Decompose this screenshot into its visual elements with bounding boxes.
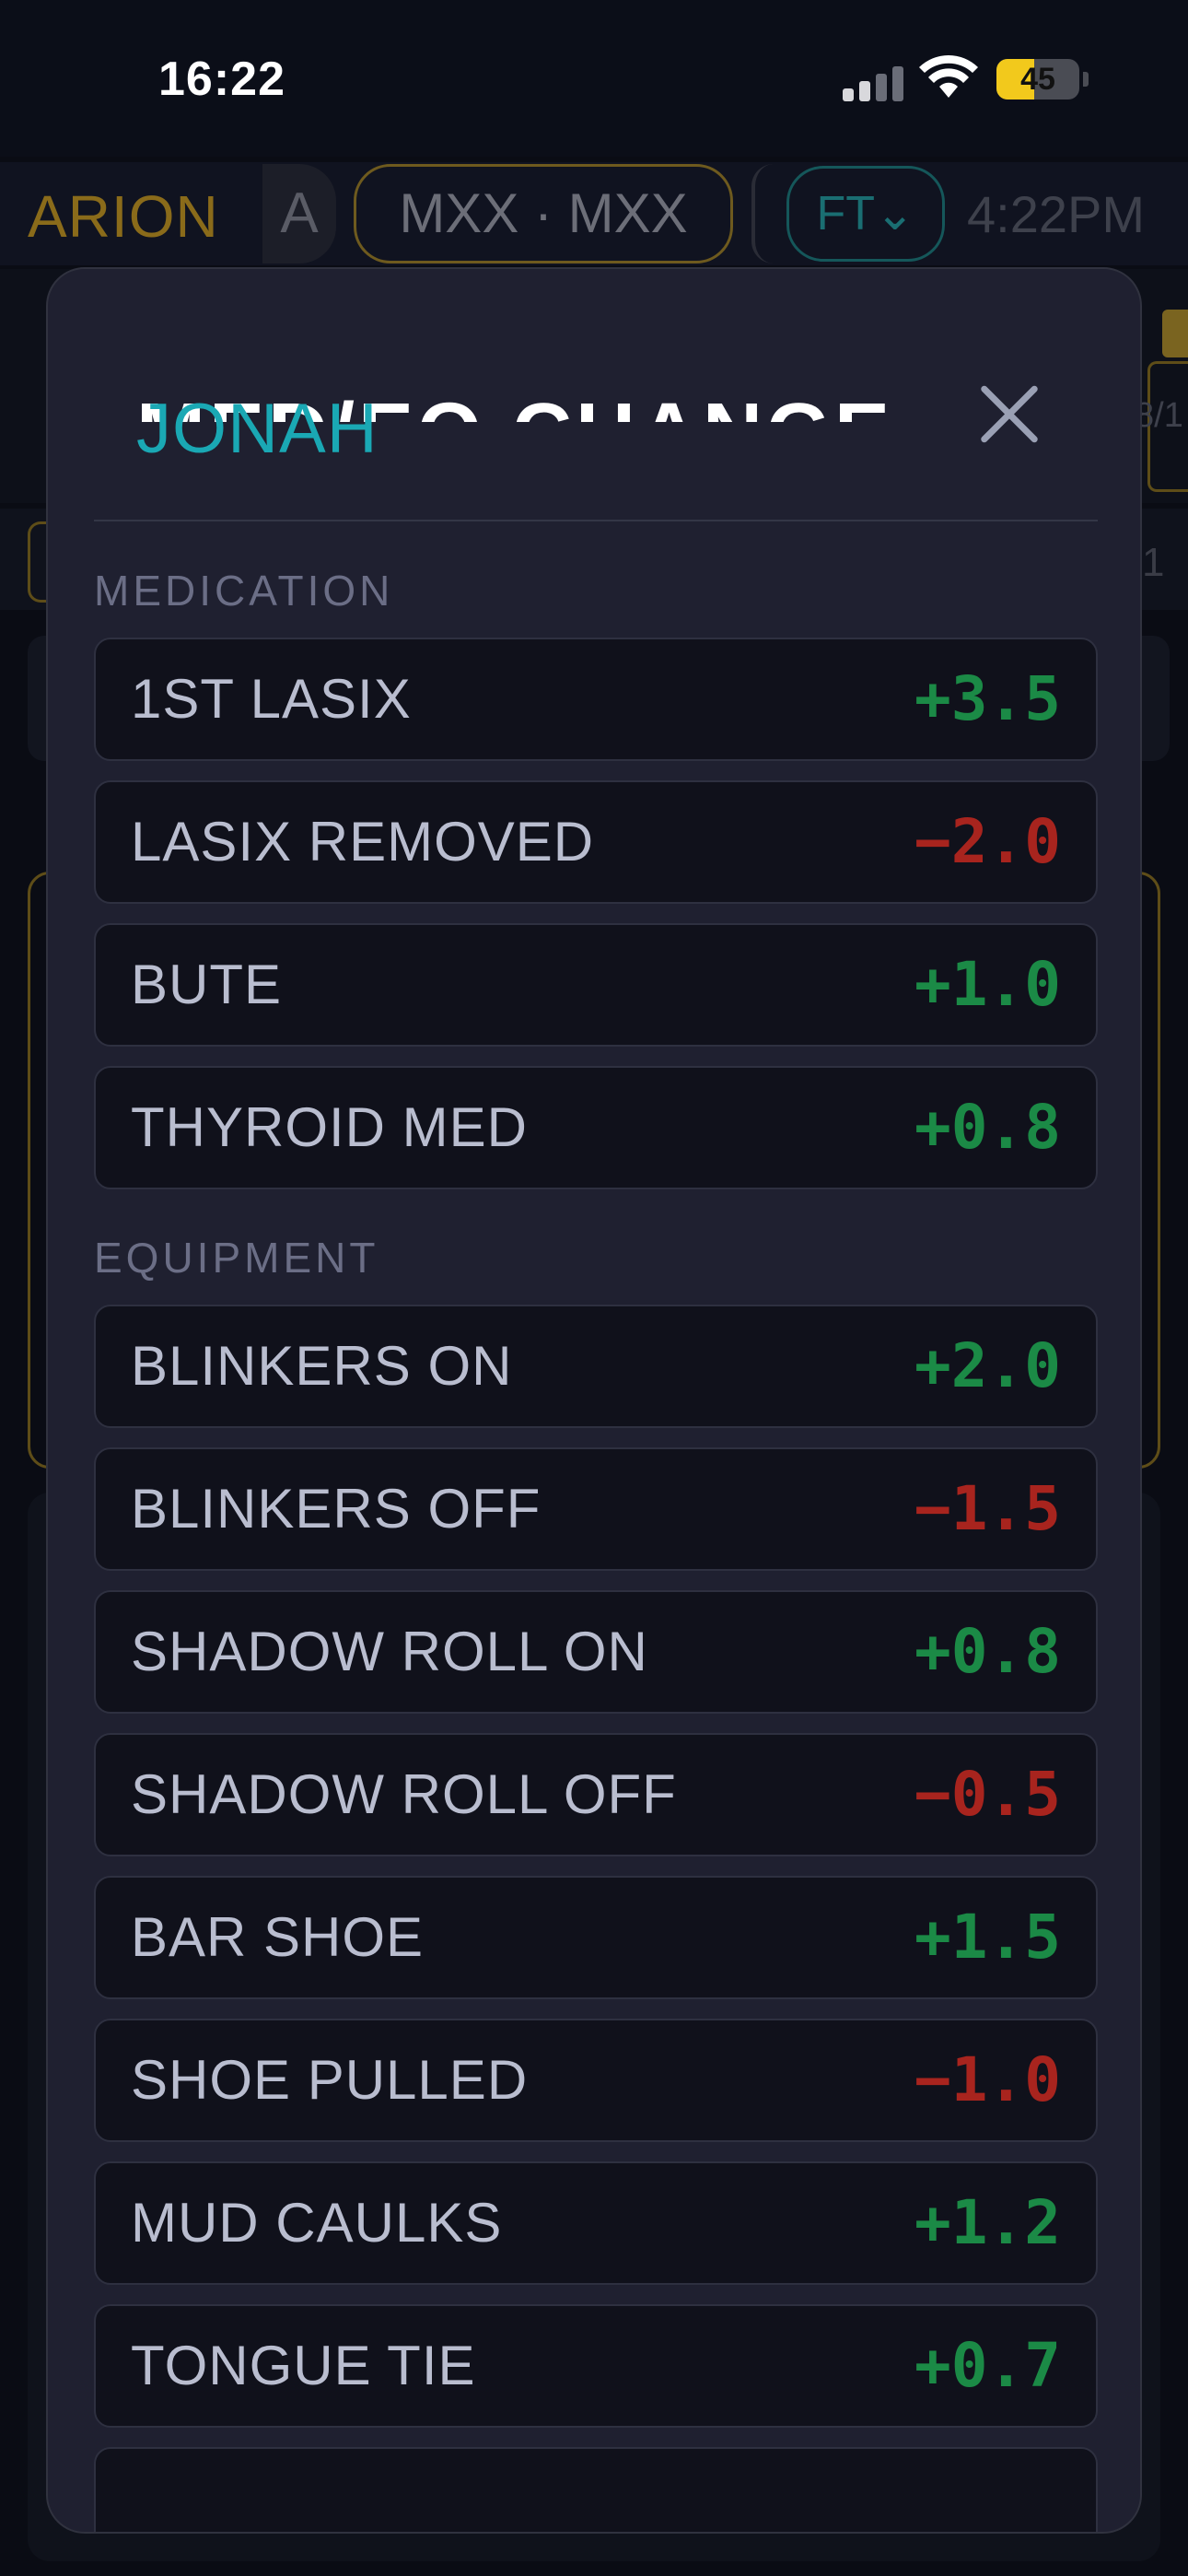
pill-separator [751,164,774,263]
change-option-thyroid-med[interactable]: THYROID MED +0.8 [94,1066,1098,1189]
status-bar: 16:22 45 [0,0,1188,157]
background-row-text: 1 [1142,540,1165,585]
change-option-label: BLINKERS OFF [131,1478,542,1540]
change-option-label: SHADOW ROLL OFF [131,1763,677,1825]
change-option-label: MUD CAULKS [131,2192,503,2254]
change-option-mud-caulks[interactable]: MUD CAULKS +1.2 [94,2161,1098,2285]
change-option-value: +0.7 [914,2330,1061,2401]
track-selector[interactable]: MXX · MXX [354,164,733,263]
modal-divider [94,520,1098,521]
close-button[interactable] [965,370,1054,459]
post-time: 4:22PM [967,185,1145,243]
change-option-value: +1.5 [914,1902,1061,1973]
change-option-blinkers-on[interactable]: BLINKERS ON +2.0 [94,1305,1098,1428]
change-option-label: 1ST LASIX [131,668,412,730]
change-option-blinkers-off[interactable]: BLINKERS OFF −1.5 [94,1447,1098,1571]
change-option-label: THYROID MED [131,1096,528,1158]
change-option-label: TONGUE TIE [131,2335,476,2396]
battery-percent: 45 [1020,62,1055,97]
wifi-icon [919,55,978,98]
change-option-partial[interactable] [94,2447,1098,2532]
change-option-value: +0.8 [914,1092,1061,1163]
change-option-label: SHOE PULLED [131,2049,529,2111]
change-option-value: +1.0 [914,949,1061,1020]
status-time: 16:22 [158,53,285,106]
change-option-value: −2.0 [914,806,1061,877]
background-badge [1162,310,1188,357]
surface-selector[interactable]: FT⌄ [786,166,945,262]
change-option-label: BAR SHOE [131,1906,425,1968]
change-option-value: −1.5 [914,1473,1061,1544]
change-option-value: −0.5 [914,1759,1061,1830]
change-option-shoe-pulled[interactable]: SHOE PULLED −1.0 [94,2019,1098,2142]
battery-icon: 45 [996,59,1079,100]
change-option-value: −1.0 [914,2044,1061,2115]
change-option-value: +2.0 [914,1330,1061,1401]
change-option-lasix-removed[interactable]: LASIX REMOVED −2.0 [94,780,1098,904]
change-option-value: +3.5 [914,663,1061,734]
change-option-label: BLINKERS ON [131,1335,513,1397]
change-option-bute[interactable]: BUTE +1.0 [94,923,1098,1047]
change-option-tongue-tie[interactable]: TONGUE TIE +0.7 [94,2304,1098,2428]
cellular-signal-icon [843,64,905,101]
tab-a[interactable]: A [262,164,336,263]
change-option-value: +1.2 [914,2187,1061,2258]
change-option-label: LASIX REMOVED [131,811,595,872]
horse-name: JONAH [136,390,379,468]
change-option-label: BUTE [131,954,283,1015]
change-option-bar-shoe[interactable]: BAR SHOE +1.5 [94,1876,1098,1999]
section-label-medication: MEDICATION [94,567,394,615]
app-brand: ARION [28,183,219,250]
change-option-shadow-roll-on[interactable]: SHADOW ROLL ON +0.8 [94,1590,1098,1714]
change-option-shadow-roll-off[interactable]: SHADOW ROLL OFF −0.5 [94,1733,1098,1856]
med-eq-change-modal: MED/EQ CHANGE JONAH MEDICATION1ST LASIX+… [46,267,1142,2534]
change-option-1st-lasix[interactable]: 1ST LASIX +3.5 [94,638,1098,761]
change-option-value: +0.8 [914,1616,1061,1687]
battery-tip [1083,72,1089,87]
change-option-label: SHADOW ROLL ON [131,1621,648,1682]
section-label-equipment: EQUIPMENT [94,1234,379,1282]
